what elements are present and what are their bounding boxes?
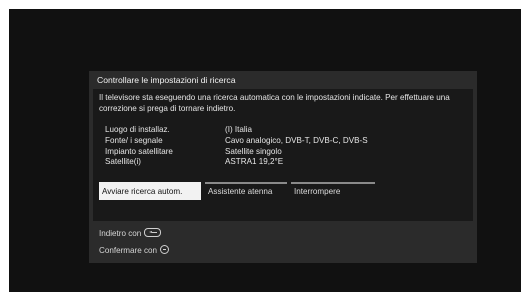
ok-button-icon (160, 245, 170, 255)
action-buttons: Avviare ricerca autom. Assistente atenna… (99, 182, 471, 206)
confirm-hint-label: Confermare con (99, 246, 158, 255)
setting-value: (I) Italia (225, 125, 252, 134)
setting-value: Satellite singolo (225, 146, 282, 156)
info-message: Il televisore sta eseguendo una ricerca … (99, 93, 450, 113)
setting-row-satellites: Satellite(i) ASTRA1 19,2°E (105, 157, 465, 168)
confirm-hint: Confermare con (99, 245, 170, 256)
dialog-body: Il televisore sta eseguendo una ricerca … (93, 89, 473, 221)
tv-screen: Controllare le impostazioni di ricerca I… (9, 9, 521, 292)
search-settings-dialog: Controllare le impostazioni di ricerca I… (89, 71, 477, 263)
dialog-title: Controllare le impostazioni di ricerca (97, 75, 236, 85)
setting-row-signal-source: Fonte/ i segnale Cavo analogico, DVB-T, … (105, 136, 465, 147)
antenna-assistant-button[interactable]: Assistente atenna (205, 182, 287, 200)
setting-label: Satellite(i) (105, 157, 141, 167)
settings-list: Luogo di installaz. (I) Italia Fonte/ i … (105, 125, 465, 168)
back-button-icon (144, 228, 162, 238)
setting-label: Impianto satellitare (105, 146, 173, 156)
setting-label: Fonte/ i segnale (105, 135, 163, 145)
setting-row-location: Luogo di installaz. (I) Italia (105, 125, 465, 136)
setting-label: Luogo di installaz. (105, 125, 170, 134)
back-hint: Indietro con (99, 228, 162, 239)
back-hint-label: Indietro con (99, 229, 142, 238)
setting-row-satellite-system: Impianto satellitare Satellite singolo (105, 147, 465, 158)
cancel-button[interactable]: Interrompere (291, 182, 375, 200)
setting-value: ASTRA1 19,2°E (225, 157, 284, 167)
setting-value: Cavo analogico, DVB-T, DVB-C, DVB-S (225, 135, 368, 145)
start-auto-search-button[interactable]: Avviare ricerca autom. (99, 182, 201, 200)
